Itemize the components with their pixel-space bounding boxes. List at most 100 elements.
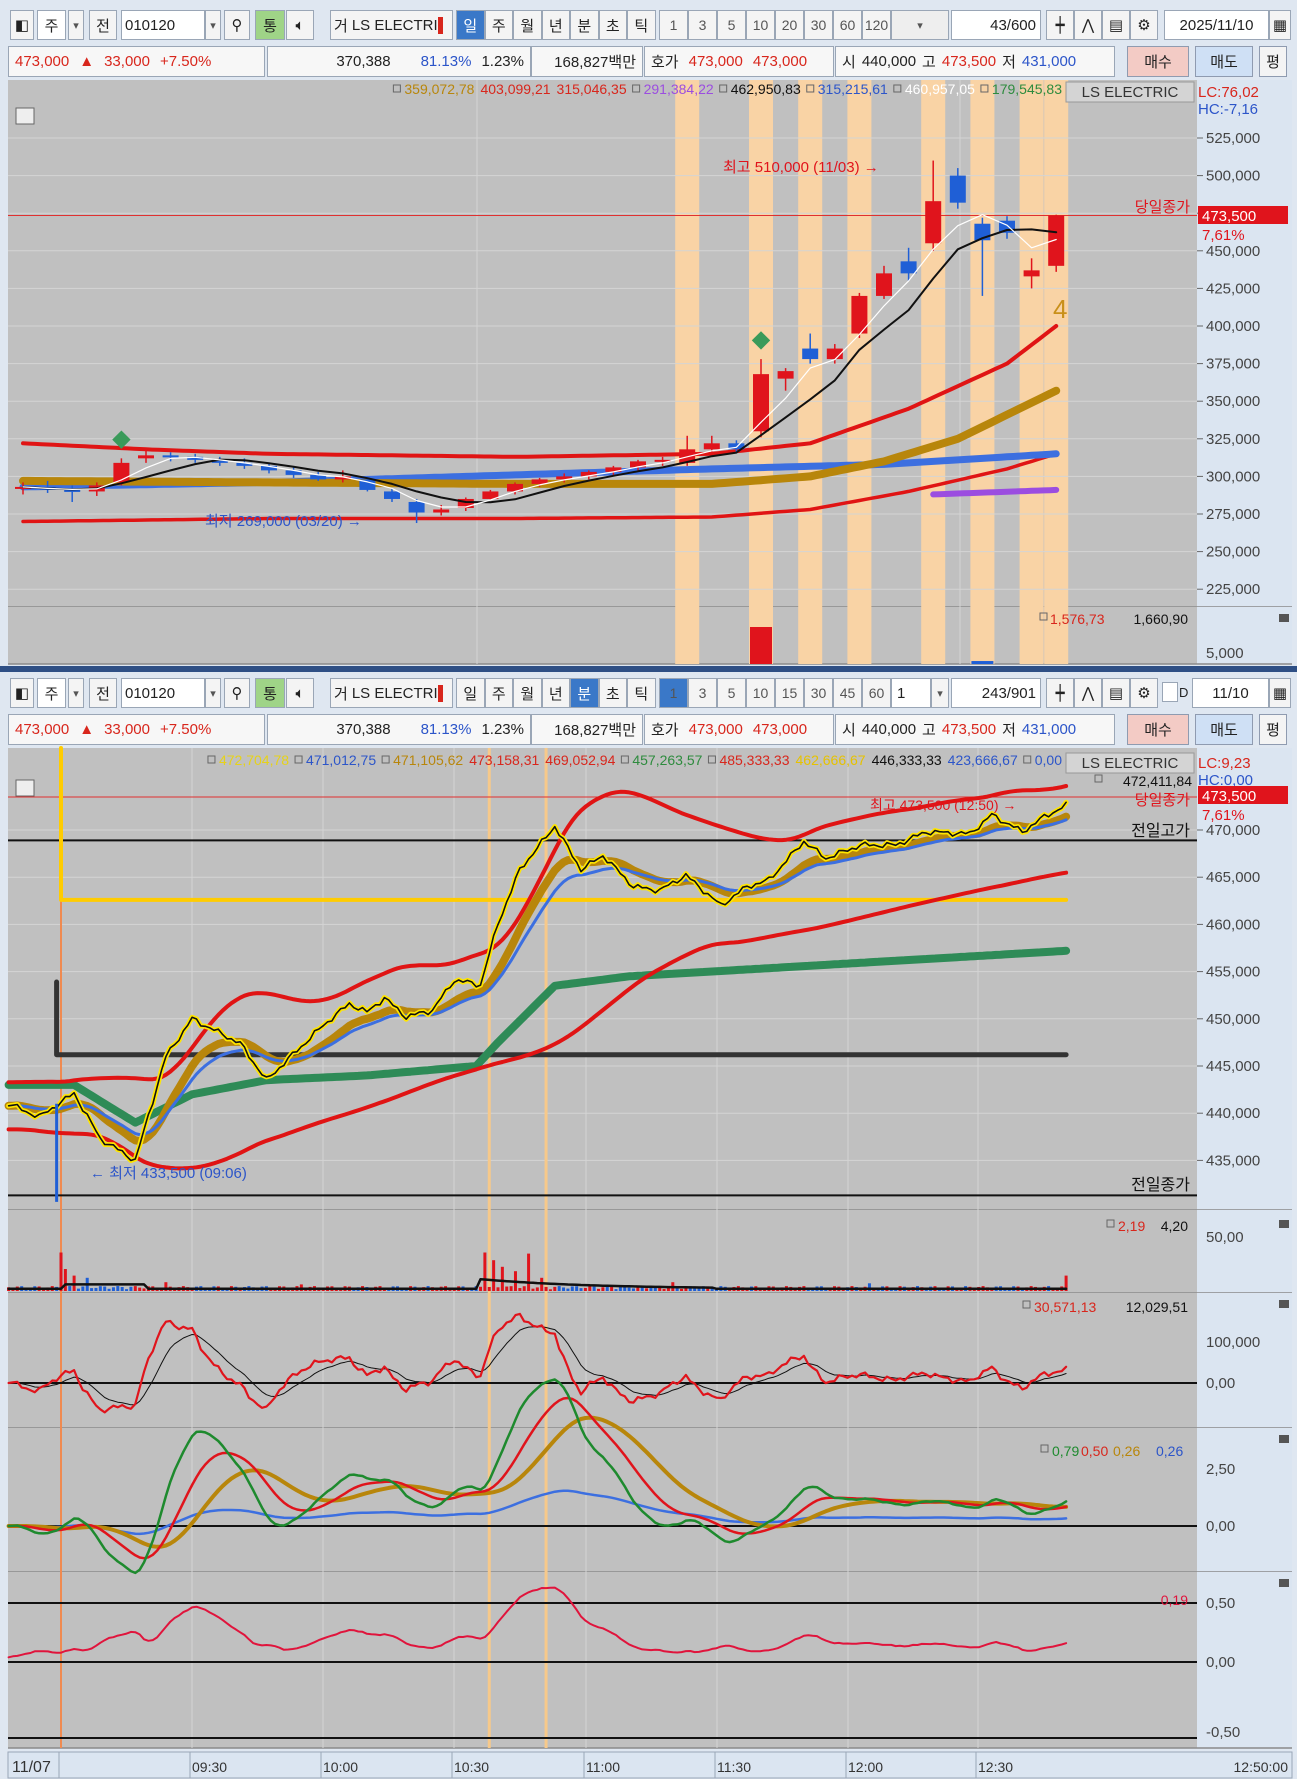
interval-tab-1[interactable]: 1 [659, 10, 688, 40]
speaker-icon[interactable]: 🔈︎ [286, 10, 314, 40]
buy-button[interactable]: 매수 [1127, 46, 1189, 77]
stock-name-field[interactable]: 거 LS ELECTRI [330, 678, 453, 708]
period-tab-틱[interactable]: 틱 [627, 678, 656, 708]
current-price: 473,000 [15, 721, 70, 738]
interval-tab-3[interactable]: 3 [688, 10, 717, 40]
interval-tab-20[interactable]: 20 [775, 10, 804, 40]
search-icon[interactable]: ⚲ [224, 678, 250, 708]
line-type-icon[interactable]: ⋀ [1074, 10, 1102, 40]
chart-title: LS ELECTRIC [1082, 84, 1179, 101]
period-tab-주[interactable]: 주 [484, 10, 513, 40]
volume-bar [518, 1288, 522, 1291]
axis-label: -0,50 [1206, 1724, 1240, 1741]
period-tab-월[interactable]: 월 [513, 678, 542, 708]
indicator-panel-3-axis [1197, 1428, 1292, 1572]
period-tab-주[interactable]: 주 [484, 678, 513, 708]
period-tab-일[interactable]: 일 [456, 678, 485, 708]
eval-button[interactable]: 평 [1259, 46, 1287, 77]
code-dropdown-icon[interactable] [205, 10, 221, 40]
code-input[interactable]: 010120 [121, 678, 205, 708]
period-tab-일[interactable]: 일 [456, 10, 485, 40]
interval-tab-60[interactable]: 60 [862, 678, 891, 708]
line-type-icon[interactable]: ⋀ [1074, 678, 1102, 708]
market-dropdown-icon[interactable] [68, 678, 84, 708]
interval-tab-10[interactable]: 10 [746, 678, 775, 708]
hoga-label: 호가 [651, 722, 679, 739]
prev-button[interactable]: 전 [89, 678, 117, 708]
legend-value: 469,052,94 [545, 752, 615, 768]
interval-tab-60[interactable]: 60 [833, 10, 862, 40]
today-close-label: 당일종가 [1135, 792, 1190, 809]
interval-tab-45[interactable]: 45 [833, 678, 862, 708]
p4-legend: 0,26 [1113, 1443, 1140, 1459]
price-block: 473,000 ▲ 33,000 +7.50% [8, 714, 265, 745]
volume-bar [500, 1266, 504, 1291]
period-tab-틱[interactable]: 틱 [627, 10, 656, 40]
period-tab-년[interactable]: 년 [541, 678, 570, 708]
volume-bar [94, 1287, 98, 1291]
interval-tab-5[interactable]: 5 [717, 10, 746, 40]
search-icon[interactable]: ⚲ [224, 10, 250, 40]
interval-tab-1[interactable]: 1 [659, 678, 688, 708]
calendar-icon[interactable]: ▦ [1269, 10, 1291, 40]
gear-icon[interactable]: ⚙ [1130, 10, 1158, 40]
gear-icon[interactable]: ⚙ [1130, 678, 1158, 708]
stock-name-field[interactable]: 거 LS ELECTRI [330, 10, 453, 40]
interval-tab-5[interactable]: 5 [717, 678, 746, 708]
date-field[interactable]: 2025/11/10 [1164, 10, 1269, 40]
interval-tab-3[interactable]: 3 [688, 678, 717, 708]
date-field[interactable]: 11/10 [1192, 678, 1269, 708]
legend-value: 460,957,05 [905, 81, 975, 97]
market-dropdown-icon[interactable] [68, 10, 84, 40]
prev-button[interactable]: 전 [89, 10, 117, 40]
market-select[interactable]: 주 [37, 678, 66, 708]
code-input[interactable]: 010120 [121, 10, 205, 40]
speaker-icon[interactable]: 🔈︎ [286, 678, 314, 708]
volume-bar [588, 1286, 592, 1291]
tong-button[interactable]: 통 [255, 10, 285, 40]
count-field[interactable]: 243/901 [951, 678, 1041, 708]
unit-dropdown-icon[interactable] [931, 678, 949, 708]
current-price: 473,000 [15, 53, 70, 70]
p3-legend: 30,571,13 [1034, 1299, 1096, 1315]
unit-field[interactable]: 1 [891, 678, 931, 708]
sell-button[interactable]: 매도 [1195, 714, 1253, 745]
ohl-block: 시 440,000 고 473,500 저 431,000 [835, 46, 1115, 77]
volume-bar [535, 1287, 539, 1291]
period-tab-분[interactable]: 분 [570, 10, 599, 40]
interval-tab-30[interactable]: 30 [804, 10, 833, 40]
count-value: 43 [990, 16, 1007, 34]
p4-legend: 0,26 [1156, 1443, 1183, 1459]
tong-button[interactable]: 통 [255, 678, 285, 708]
buy-button[interactable]: 매수 [1127, 714, 1189, 745]
candle-type-icon[interactable]: ┿ [1046, 10, 1074, 40]
axis-label: 0,00 [1206, 1654, 1235, 1671]
calendar-icon[interactable]: ▦ [1269, 678, 1291, 708]
period-tab-분[interactable]: 분 [570, 678, 599, 708]
interval-tab-120[interactable]: 120 [862, 10, 891, 40]
save-icon[interactable]: ▤ [1102, 10, 1130, 40]
period-tab-초[interactable]: 초 [598, 678, 627, 708]
interval-tab-30[interactable]: 30 [804, 678, 833, 708]
period-tab-초[interactable]: 초 [598, 10, 627, 40]
interval-tab-10[interactable]: 10 [746, 10, 775, 40]
code-dropdown-icon[interactable] [205, 678, 221, 708]
period-tab-월[interactable]: 월 [513, 10, 542, 40]
volume-bar [566, 1288, 570, 1291]
d-checkbox[interactable] [1162, 682, 1178, 702]
window-divider[interactable] [0, 666, 1297, 672]
market-select[interactable]: 주 [37, 10, 66, 40]
sell-button[interactable]: 매도 [1195, 46, 1253, 77]
axis-label: 450,000 [1206, 1011, 1260, 1028]
eval-button[interactable]: 평 [1259, 714, 1287, 745]
layout-icon[interactable]: ◧ [10, 678, 34, 708]
period-tab-년[interactable]: 년 [541, 10, 570, 40]
p3-legend: 12,029,51 [1126, 1299, 1188, 1315]
count-field[interactable]: 43/600 [951, 10, 1041, 40]
save-icon[interactable]: ▤ [1102, 678, 1130, 708]
interval-select[interactable] [891, 10, 949, 40]
chart-canvas[interactable]: 525,000500,000475,000450,000425,000400,0… [0, 0, 1297, 1779]
candle-type-icon[interactable]: ┿ [1046, 678, 1074, 708]
layout-icon[interactable]: ◧ [10, 10, 34, 40]
interval-tab-15[interactable]: 15 [775, 678, 804, 708]
